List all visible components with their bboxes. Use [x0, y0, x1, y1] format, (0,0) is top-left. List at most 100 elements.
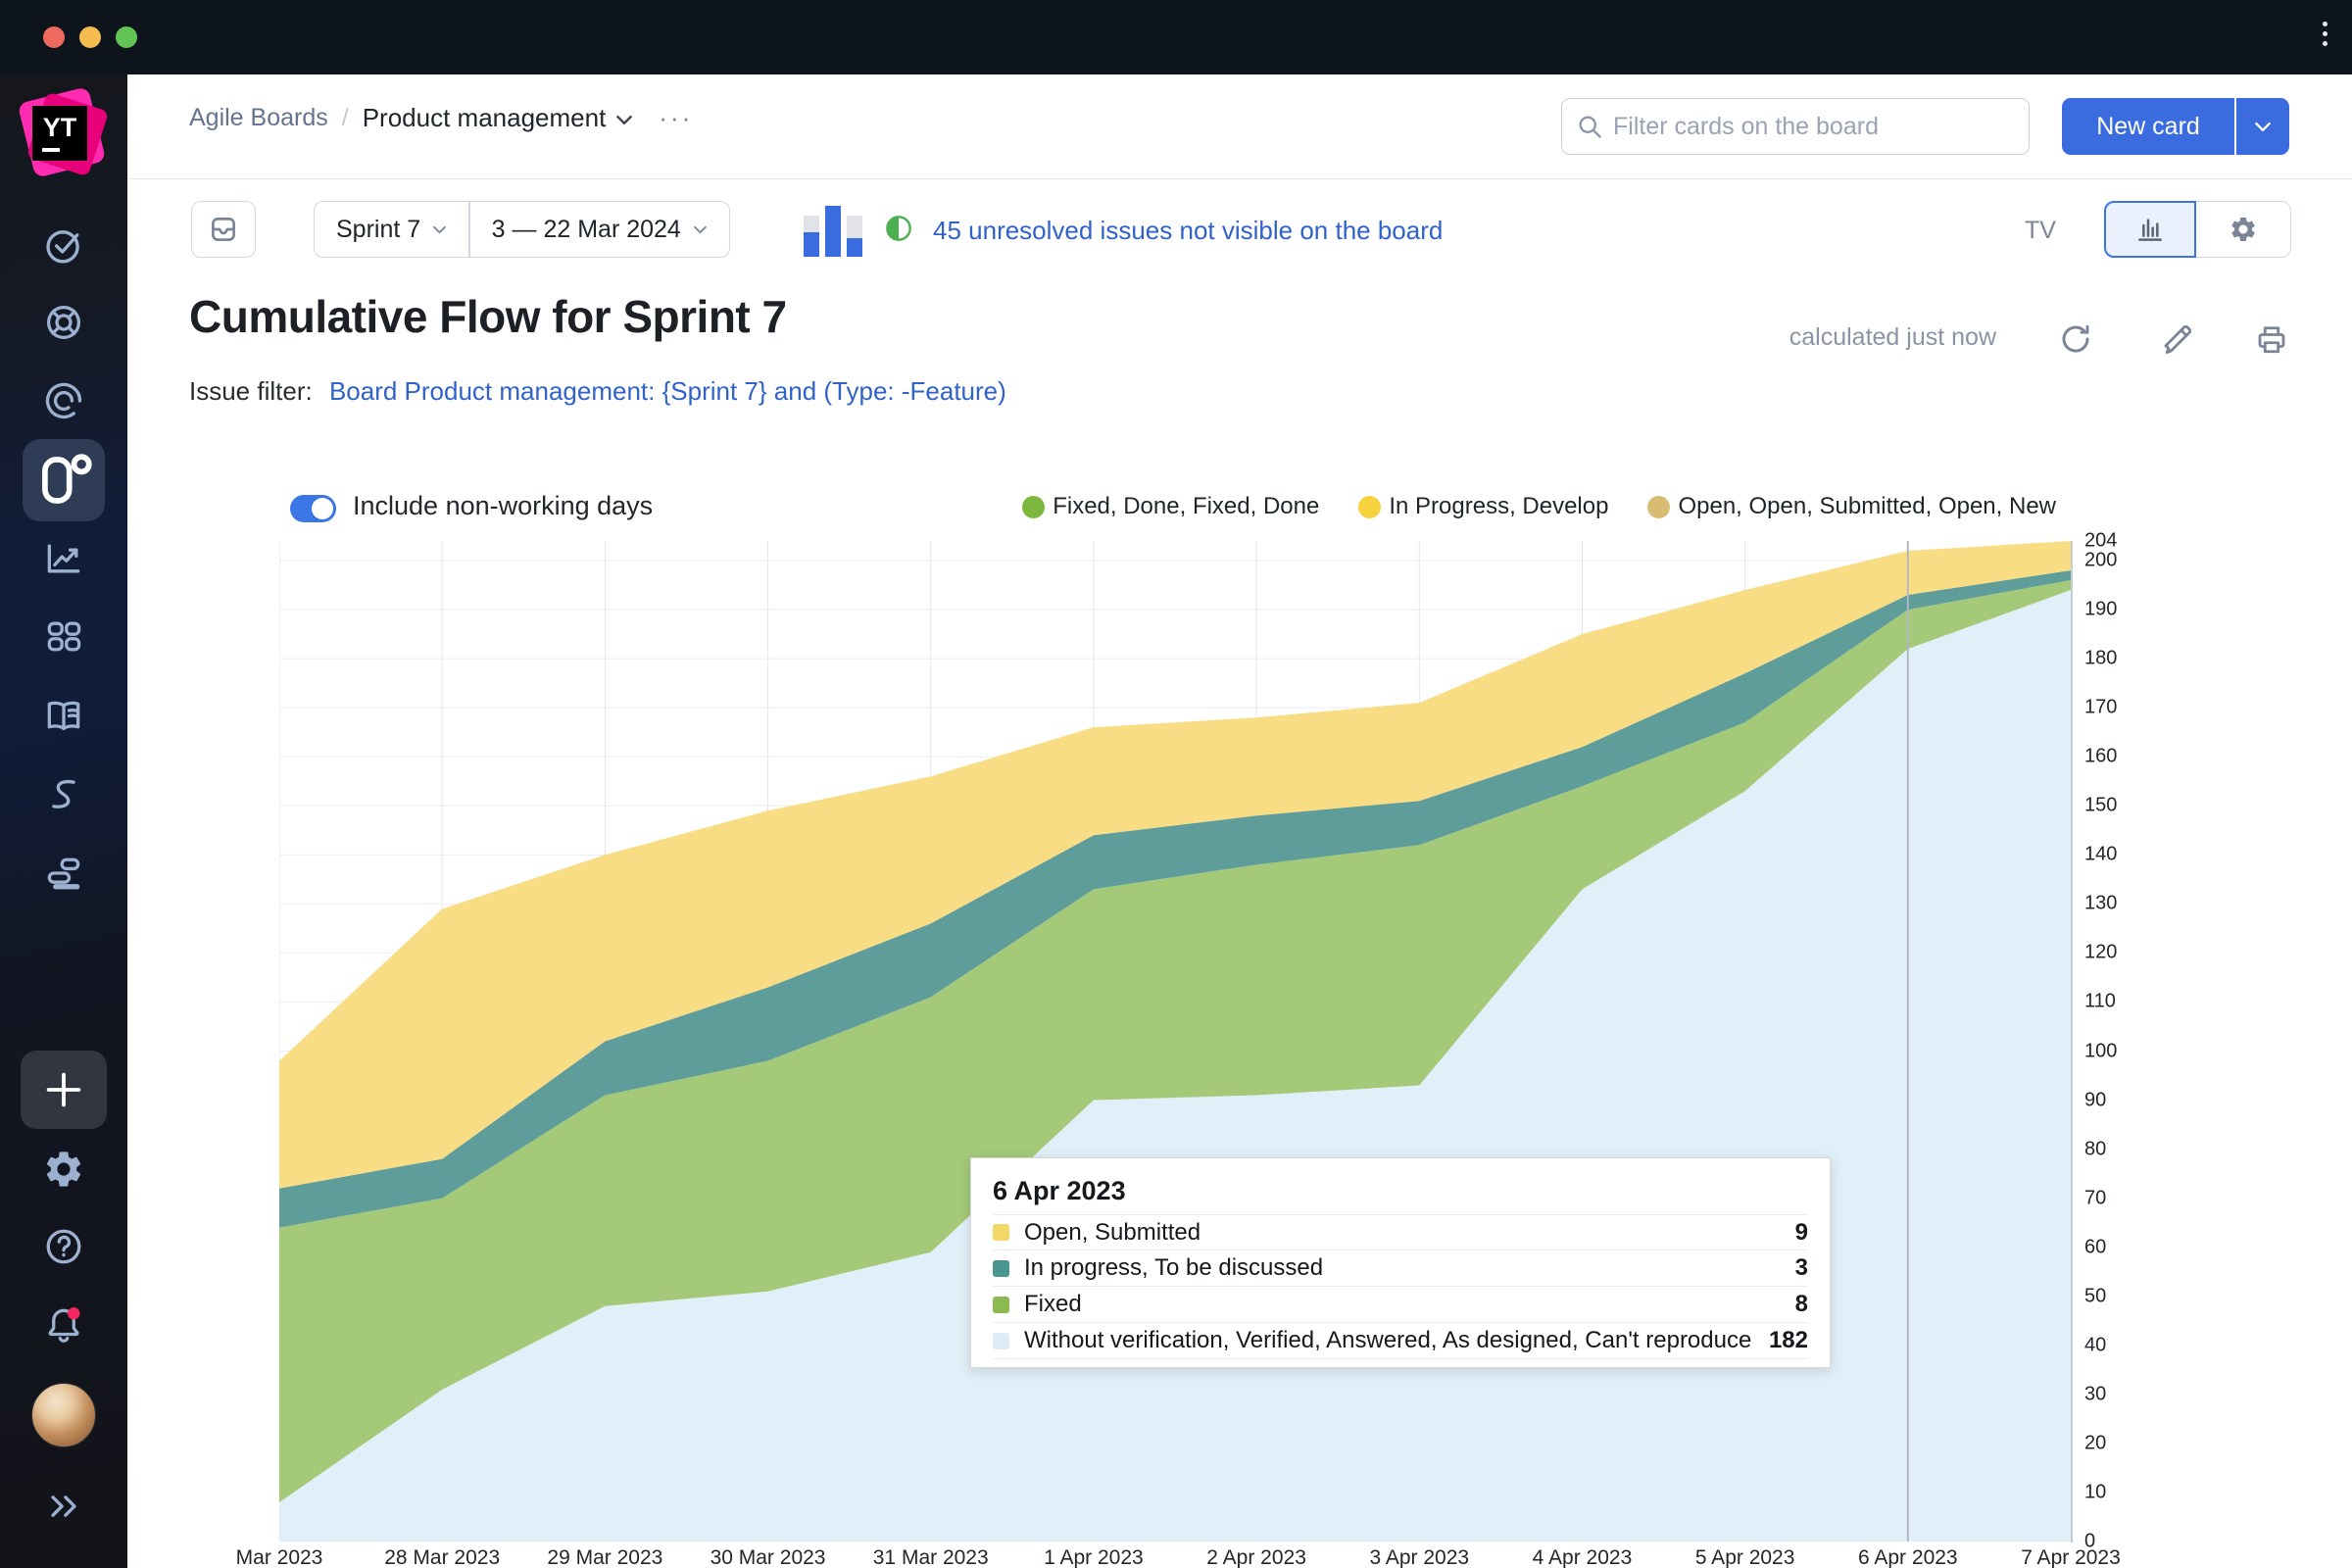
create-button[interactable] [21, 1051, 107, 1129]
tooltip-row-2: Fixed8 [993, 1287, 1808, 1323]
window-titlebar [0, 0, 2352, 74]
settings-icon[interactable] [42, 1148, 85, 1191]
x-tick-label: 1 Apr 2023 [1044, 1546, 1144, 1568]
chevron-down-icon [693, 225, 708, 234]
tooltip-color-chip [993, 1260, 1009, 1277]
refresh-report-button[interactable] [2058, 321, 2093, 357]
x-tick-label: 30 Mar 2023 [710, 1546, 826, 1568]
breadcrumb-agile-boards-link[interactable]: Agile Boards [189, 104, 328, 132]
x-tick-label: 6 Apr 2023 [1858, 1546, 1958, 1568]
y-tick-label: 70 [2084, 1187, 2106, 1209]
sidebar-item-agile-boards-selected[interactable] [23, 439, 105, 521]
x-tick-label: 4 Apr 2023 [1533, 1546, 1633, 1568]
notifications-bell-icon[interactable] [42, 1303, 85, 1347]
tooltip-row-value: 3 [1795, 1254, 1808, 1282]
x-axis-labels: Mar 202328 Mar 202329 Mar 202330 Mar 202… [279, 1546, 2071, 1568]
close-window-button[interactable] [43, 26, 65, 48]
backlog-button[interactable] [191, 201, 256, 258]
legend-item-2[interactable]: Open, Open, Submitted, Open, New [1647, 493, 2056, 520]
y-tick-label: 130 [2084, 893, 2117, 915]
report-settings-button[interactable] [2196, 201, 2291, 258]
tooltip-color-chip [993, 1297, 1009, 1313]
y-axis-line [2071, 541, 2073, 1543]
tooltip-row-label: Fixed [1024, 1291, 1780, 1318]
youtrack-logo[interactable]: YT [20, 88, 108, 182]
bar-chart-icon [2134, 214, 2166, 245]
y-tick-label: 180 [2084, 648, 2117, 670]
browser-menu-icon[interactable] [2323, 22, 2330, 46]
toggle-label: Include non-working days [353, 491, 653, 521]
page-title: Cumulative Flow for Sprint 7 [189, 290, 787, 343]
knowledge-base-icon[interactable] [42, 694, 85, 737]
board-switcher-chevron-icon[interactable] [615, 104, 633, 132]
gantt-stack-icon[interactable] [42, 852, 85, 895]
y-tick-label: 170 [2084, 697, 2117, 719]
y-tick-label: 20 [2084, 1432, 2106, 1454]
board-filter-search[interactable] [1561, 98, 2030, 155]
include-non-working-days-toggle[interactable] [290, 495, 336, 522]
user-avatar[interactable] [31, 1383, 96, 1447]
x-tick-label: Mar 2023 [236, 1546, 323, 1568]
sprint-dates-selector[interactable]: 3 — 22 Mar 2024 [470, 202, 729, 257]
x-tick-label: 31 Mar 2023 [873, 1546, 989, 1568]
help-icon[interactable] [42, 1225, 85, 1268]
issue-filter-query-link[interactable]: Board Product management: {Sprint 7} and… [329, 376, 1006, 406]
y-tick-label: 40 [2084, 1334, 2106, 1356]
legend-label: In Progress, Develop [1389, 493, 1608, 520]
y-tick-label: 90 [2084, 1089, 2106, 1111]
breadcrumb: Agile Boards / Product management ··· [189, 103, 693, 133]
y-tick-label: 120 [2084, 942, 2117, 964]
cumulative-flow-chart [279, 541, 2071, 1542]
legend-label: Fixed, Done, Fixed, Done [1053, 493, 1319, 520]
tv-mode-button[interactable]: TV [2025, 217, 2056, 245]
chart-view-button-active[interactable] [2104, 201, 2196, 258]
dashboards-swirl-icon[interactable] [42, 379, 85, 422]
search-input[interactable] [1613, 113, 2015, 141]
youtrack-app: YT [0, 0, 2352, 1568]
new-card-button[interactable]: New card [2062, 98, 2234, 155]
y-tick-label: 160 [2084, 746, 2117, 768]
calculated-status: calculated just now [1789, 323, 1996, 352]
tooltip-date: 6 Apr 2023 [993, 1172, 1808, 1214]
issue-filter-line: Issue filter: Board Product management: … [189, 376, 1006, 407]
board-progress-icon [804, 206, 866, 257]
legend-item-1[interactable]: In Progress, Develop [1358, 493, 1608, 520]
sprint-selector[interactable]: Sprint 7 [315, 202, 468, 257]
unresolved-issues-link[interactable]: 45 unresolved issues not visible on the … [933, 216, 1443, 246]
y-tick-label: 190 [2084, 599, 2117, 621]
x-tick-label: 28 Mar 2023 [384, 1546, 500, 1568]
header-divider [127, 178, 2352, 179]
breadcrumb-board-name[interactable]: Product management [363, 103, 607, 133]
tooltip-color-chip [993, 1224, 1009, 1241]
expand-sidebar-icon[interactable] [42, 1485, 85, 1528]
x-tick-label: 2 Apr 2023 [1206, 1546, 1306, 1568]
legend-dot-icon [1647, 496, 1670, 518]
minimize-window-button[interactable] [79, 26, 101, 48]
zoom-window-button[interactable] [116, 26, 137, 48]
search-icon [1576, 113, 1603, 140]
tooltip-row-0: Open, Submitted9 [993, 1214, 1808, 1250]
projects-icon[interactable] [42, 301, 85, 344]
sprint-label: Sprint 7 [336, 216, 420, 244]
apps-grid-icon[interactable] [42, 614, 85, 658]
date-range-label: 3 — 22 Mar 2024 [492, 216, 681, 244]
report-view-switcher [2104, 201, 2291, 258]
sprint-and-dates-control: Sprint 7 3 — 22 Mar 2024 [314, 201, 730, 258]
legend-dot-icon [1022, 496, 1045, 518]
chart-legend: Fixed, Done, Fixed, Done In Progress, Dev… [1022, 493, 2056, 520]
timesheets-icon[interactable] [42, 773, 85, 816]
print-report-button[interactable] [2254, 321, 2289, 357]
legend-item-0[interactable]: Fixed, Done, Fixed, Done [1022, 493, 1319, 520]
x-tick-label: 7 Apr 2023 [2021, 1546, 2121, 1568]
y-tick-label: 60 [2084, 1236, 2106, 1258]
tooltip-color-chip [993, 1333, 1009, 1349]
reports-icon[interactable] [42, 537, 85, 580]
tooltip-row-label: In progress, To be discussed [1024, 1254, 1780, 1282]
chevron-down-icon [432, 225, 447, 234]
breadcrumb-separator: / [342, 104, 349, 132]
edit-report-button[interactable] [2160, 321, 2195, 357]
y-tick-label: 140 [2084, 844, 2117, 866]
board-more-menu-icon[interactable]: ··· [659, 103, 693, 133]
issues-icon[interactable] [42, 223, 85, 267]
new-card-dropdown-button[interactable] [2236, 98, 2289, 155]
